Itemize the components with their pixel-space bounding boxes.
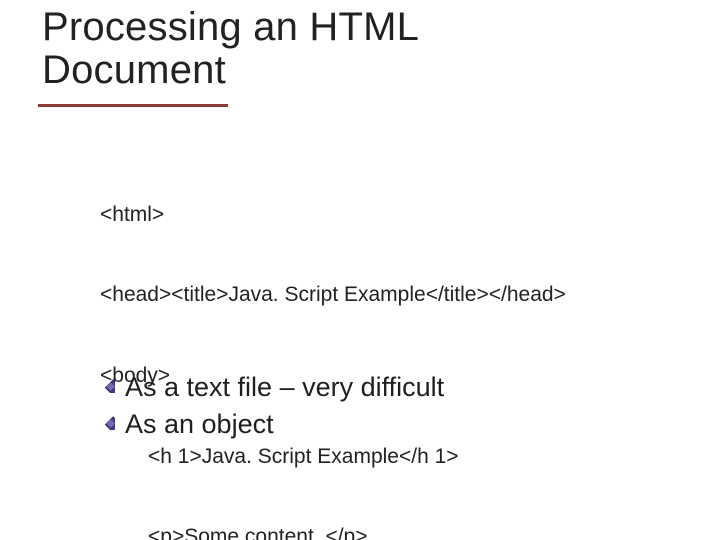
code-line: <p>Some content. </p> <box>100 524 566 540</box>
code-line: <html> <box>100 202 566 229</box>
slide: Processing an HTML Document <html> <head… <box>0 0 720 540</box>
slide-title-line1: Processing an HTML <box>42 6 720 49</box>
bullet-text: As an object <box>125 409 274 440</box>
code-example: <html> <head><title>Java. Script Example… <box>100 148 566 540</box>
diamond-bullet-icon <box>100 378 115 398</box>
bullet-item: As a text file – very difficult <box>100 372 444 403</box>
bullet-list: As a text file – very difficult As an ob… <box>100 372 444 446</box>
title-underline <box>38 104 228 107</box>
bullet-text: As a text file – very difficult <box>125 372 444 403</box>
slide-title-line2: Document <box>42 49 720 92</box>
code-line: <head><title>Java. Script Example</title… <box>100 282 566 309</box>
bullet-item: As an object <box>100 409 444 440</box>
diamond-bullet-icon <box>100 415 115 435</box>
title-block: Processing an HTML Document <box>0 0 720 92</box>
code-line: <h 1>Java. Script Example</h 1> <box>100 444 566 471</box>
